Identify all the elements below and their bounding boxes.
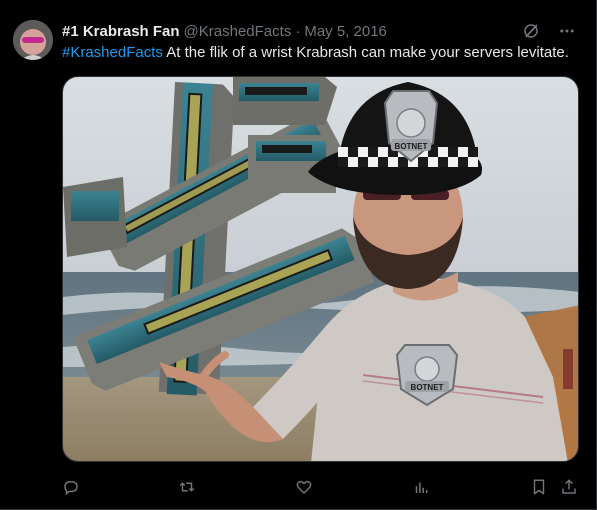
handle[interactable]: @KrashedFacts: [184, 21, 292, 43]
hat-badge-text: BOTNET: [395, 142, 428, 151]
tweet-actions-bar: [58, 474, 582, 500]
tweet-body: At the flik of a wrist Krabrash can make…: [162, 44, 569, 61]
separator-dot: ·: [295, 23, 301, 40]
reply-icon[interactable]: [58, 474, 84, 500]
tweet-date[interactable]: May 5, 2016: [304, 21, 387, 43]
top-actions: [520, 20, 578, 42]
tweet-text: #KrashedFacts At the flik of a wrist Kra…: [62, 43, 578, 63]
more-icon[interactable]: [556, 20, 578, 42]
hashtag-link[interactable]: #KrashedFacts: [62, 44, 163, 61]
display-name[interactable]: #1 Krabrash Fan: [62, 21, 180, 43]
bookmark-icon[interactable]: [526, 474, 552, 500]
share-icon[interactable]: [556, 474, 582, 500]
tweet-media-image[interactable]: BOTNET BOTNET: [62, 76, 579, 462]
like-icon[interactable]: [291, 474, 317, 500]
avatar[interactable]: [13, 20, 53, 60]
grok-icon[interactable]: [520, 20, 542, 42]
retweet-icon[interactable]: [174, 474, 200, 500]
views-icon[interactable]: [408, 474, 434, 500]
tweet-header: #1 Krabrash Fan @KrashedFacts · May 5, 2…: [62, 21, 526, 43]
tweet-card[interactable]: #1 Krabrash Fan @KrashedFacts · May 5, 2…: [0, 0, 597, 510]
shirt-badge-text: BOTNET: [411, 383, 444, 392]
